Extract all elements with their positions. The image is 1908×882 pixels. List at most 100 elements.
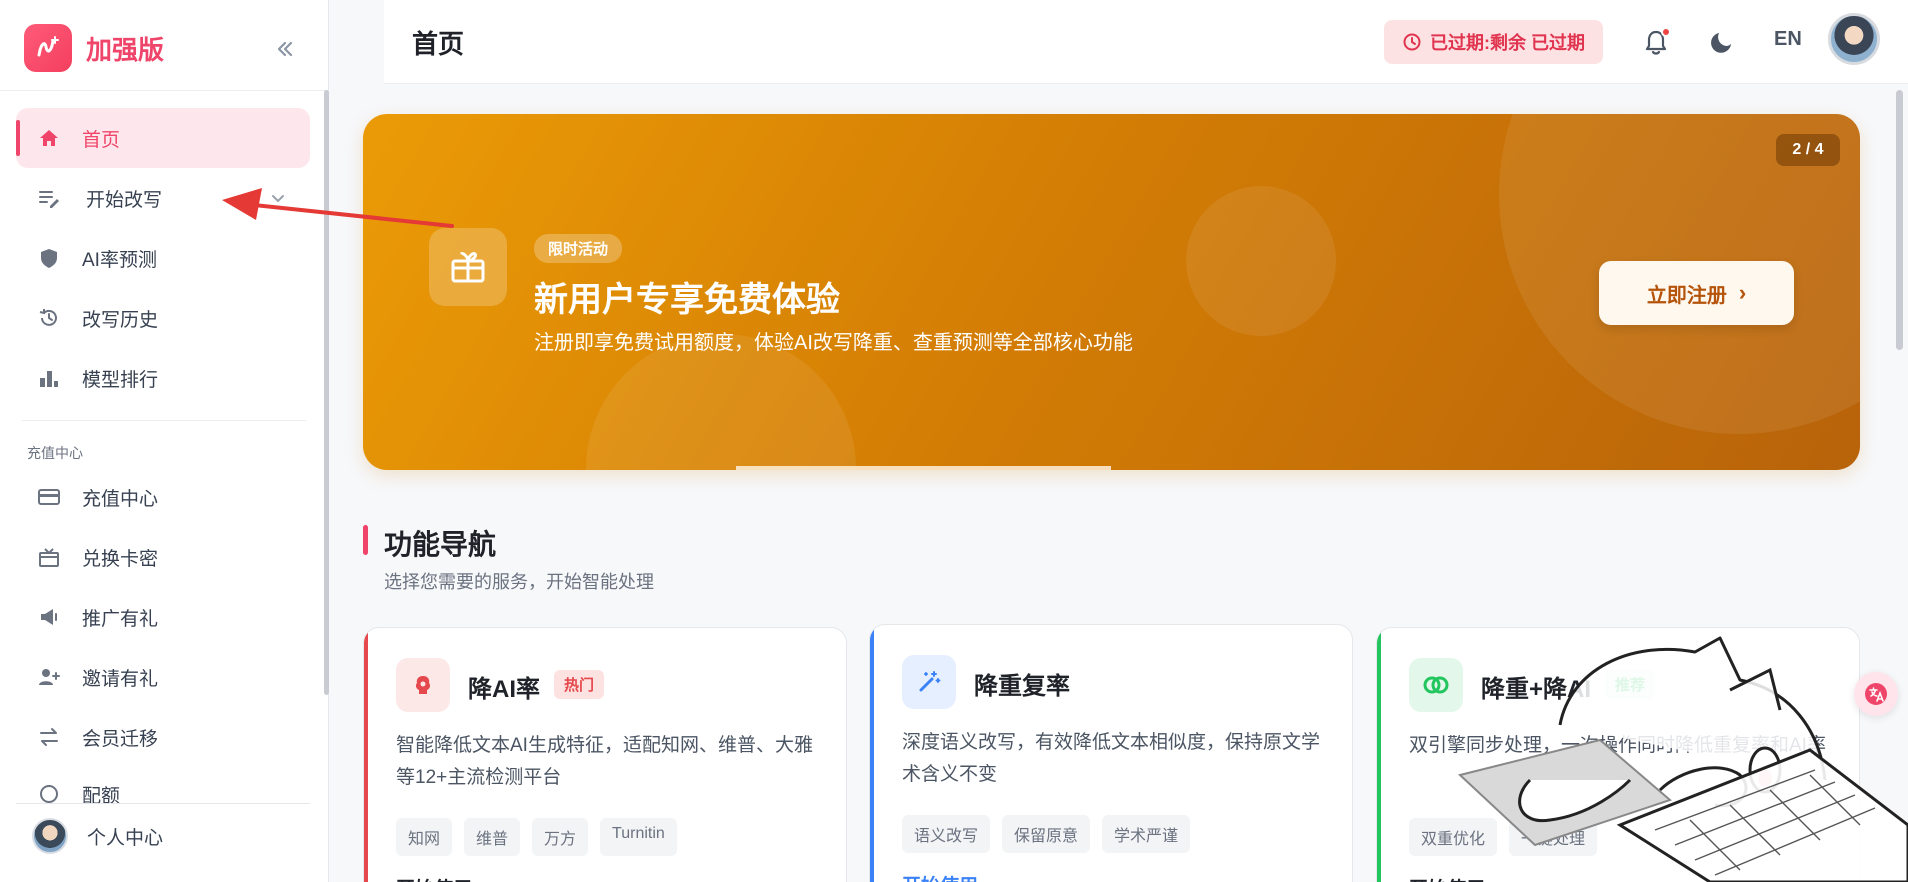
- moon-icon[interactable]: [1705, 25, 1739, 59]
- sidebar-item-model-ranking[interactable]: 模型排行: [16, 348, 310, 408]
- banner-title: 新用户专享免费体验: [534, 281, 840, 319]
- limited-tag: 限时活动: [534, 234, 623, 263]
- transfer-icon: [36, 724, 62, 750]
- megaphone-icon: [36, 604, 62, 630]
- card-title: 降重复率: [974, 673, 1070, 700]
- divider: [22, 420, 306, 421]
- banner-pager: 2 / 4: [1776, 134, 1840, 166]
- sidebar: 加强版 首页 开始改写 AI率预测 改写历史 模型排行 充值中心 充值中心 兑换…: [0, 0, 329, 882]
- brain-icon: [396, 658, 450, 712]
- dual-ring-icon: [1409, 658, 1463, 712]
- sidebar-item-home[interactable]: 首页: [16, 108, 310, 168]
- sidebar-item-label: 邀请有礼: [82, 668, 159, 690]
- sidebar-item-promotion[interactable]: 推广有礼: [16, 587, 310, 647]
- gift-icon: [36, 544, 62, 570]
- sidebar-item-history[interactable]: 改写历史: [16, 288, 310, 348]
- hot-badge: 热门: [554, 670, 605, 699]
- sidebar-item-label: 开始改写: [86, 189, 163, 211]
- section-accent: [363, 525, 368, 555]
- notification-dot: [1661, 27, 1671, 37]
- chevron-right-icon: ›: [1738, 280, 1747, 305]
- sidebar-scrollbar[interactable]: [324, 90, 329, 695]
- profile-label: 个人中心: [87, 827, 164, 849]
- sidebar-item-label: 配额: [82, 786, 121, 803]
- feature-card-dual[interactable]: 降重+降AI 推荐 双引擎同步处理，一次操作同时降低重复率和AI率 双重优化 一…: [1376, 627, 1860, 882]
- signup-label: 立即注册: [1646, 284, 1727, 307]
- sidebar-item-invite[interactable]: 邀请有礼: [16, 647, 310, 707]
- history-icon: [36, 305, 62, 331]
- page-title: 首页: [412, 29, 465, 59]
- sidebar-item-label: 会员迁移: [82, 728, 159, 750]
- main-scrollbar[interactable]: [1896, 90, 1903, 350]
- card-description: 深度语义改写，有效降低文本相似度，保持原文学术含义不变: [902, 732, 1321, 785]
- sidebar-item-label: 模型排行: [82, 369, 159, 391]
- tag: 一键处理: [1509, 818, 1598, 856]
- tag: 学术严谨: [1102, 815, 1191, 853]
- translate-icon[interactable]: [1854, 672, 1898, 716]
- feature-card-reduce-duplicate[interactable]: 降重复率 深度语义改写，有效降低文本相似度，保持原文学术含义不变 语义改写 保留…: [869, 624, 1353, 882]
- avatar: [32, 818, 68, 854]
- card-tags: 双重优化 一键处理: [1409, 818, 1609, 856]
- expire-label: 已过期:剩余 已过期: [1430, 33, 1585, 53]
- sidebar-item-label: 充值中心: [82, 488, 159, 510]
- sidebar-item-label: 推广有礼: [82, 608, 159, 630]
- tag: 万方: [532, 818, 589, 856]
- tag: 知网: [396, 818, 453, 856]
- top-header: [384, 0, 1908, 84]
- sidebar-item-label: 首页: [82, 129, 121, 151]
- section-subtitle: 选择您需要的服务，开始智能处理: [384, 572, 654, 592]
- shield-icon: [36, 245, 62, 271]
- sidebar-item-label: AI率预测: [82, 249, 157, 271]
- clock-icon: [1403, 33, 1421, 51]
- tag: 保留原意: [1002, 815, 1091, 853]
- signup-button[interactable]: 立即注册 ›: [1599, 261, 1794, 325]
- divider: [0, 90, 329, 91]
- avatar[interactable]: [1828, 13, 1880, 65]
- bar-chart-icon: [36, 365, 62, 391]
- tag: 维普: [464, 818, 521, 856]
- card-title: 降重+降AI: [1481, 676, 1592, 703]
- sidebar-item-rewrite[interactable]: 开始改写: [16, 168, 310, 228]
- sidebar-item-ai-predict[interactable]: AI率预测: [16, 228, 310, 288]
- feature-card-reduce-ai[interactable]: 降AI率 热门 智能降低文本AI生成特征，适配知网、维普、大雅等12+主流检测平…: [363, 627, 847, 882]
- brand-logo-icon: [24, 24, 72, 72]
- decor-circle: [1186, 186, 1336, 336]
- sidebar-item-quota[interactable]: 配额: [16, 767, 310, 803]
- start-use-link[interactable]: 开始使用 →: [396, 874, 496, 882]
- sidebar-item-redeem[interactable]: 兑换卡密: [16, 527, 310, 587]
- sidebar-section-title: 充值中心: [27, 445, 83, 461]
- bell-icon[interactable]: [1639, 25, 1673, 59]
- magic-wand-icon: [902, 655, 956, 709]
- gift-icon: [429, 228, 507, 306]
- language-toggle[interactable]: EN: [1774, 28, 1802, 51]
- sidebar-item-recharge[interactable]: 充值中心: [16, 467, 310, 527]
- card-tags: 语义改写 保留原意 学术严谨: [902, 815, 1202, 853]
- sidebar-item-label: 改写历史: [82, 309, 159, 331]
- collapse-sidebar-icon[interactable]: [270, 34, 300, 64]
- brand-name: 加强版: [86, 34, 165, 65]
- profile-link[interactable]: 个人中心: [32, 818, 163, 854]
- card-accent: [1377, 628, 1381, 882]
- divider: [16, 803, 310, 804]
- card-description: 智能降低文本AI生成特征，适配知网、维普、大雅等12+主流检测平台: [396, 735, 813, 788]
- credit-card-icon: [36, 484, 62, 510]
- clock-icon: [36, 781, 62, 803]
- expire-status-badge[interactable]: 已过期:剩余 已过期: [1384, 20, 1603, 64]
- user-add-icon: [36, 664, 62, 690]
- card-title: 降AI率: [468, 676, 540, 703]
- carousel-progress: [736, 466, 1111, 470]
- start-use-link[interactable]: 开始使用 →: [1409, 874, 1509, 882]
- sidebar-item-member-migrate[interactable]: 会员迁移: [16, 707, 310, 767]
- sidebar-item-label: 兑换卡密: [82, 548, 159, 570]
- brand[interactable]: 加强版: [24, 24, 164, 72]
- promo-banner: 2 / 4 限时活动 新用户专享免费体验 注册即享免费试用额度，体验AI改写降重…: [363, 114, 1860, 470]
- section-title: 功能导航: [384, 529, 497, 560]
- tag: 双重优化: [1409, 818, 1498, 856]
- chevron-down-icon[interactable]: [270, 190, 286, 211]
- home-icon: [36, 125, 62, 151]
- edit-icon: [36, 185, 62, 211]
- start-use-link[interactable]: 开始使用 →: [902, 871, 1002, 882]
- card-accent: [364, 628, 368, 882]
- tag: 语义改写: [902, 815, 991, 853]
- card-description: 双引擎同步处理，一次操作同时降低重复率和AI率: [1409, 735, 1826, 756]
